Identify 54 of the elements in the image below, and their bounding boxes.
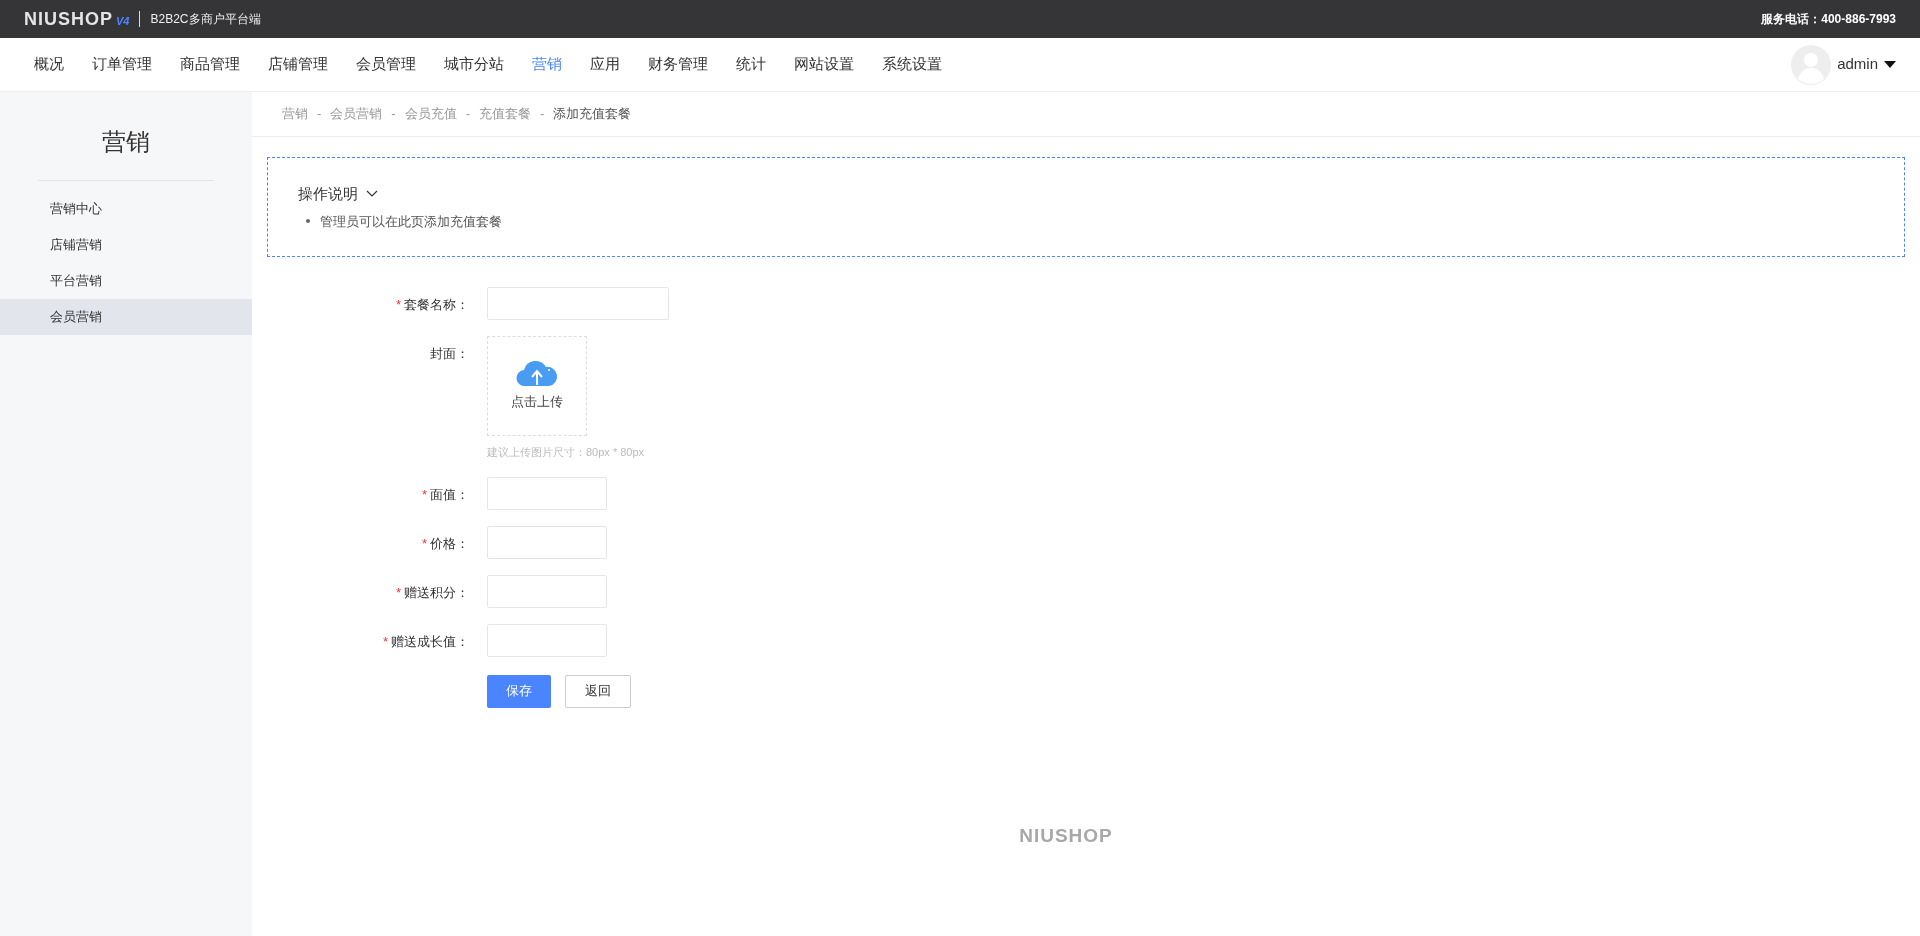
service-hotline: 服务电话：400-886-7993: [1761, 11, 1896, 28]
nav-tab[interactable]: 会员管理: [342, 53, 430, 76]
breadcrumb-separator: -: [465, 105, 471, 124]
upload-area[interactable]: 点击上传: [487, 336, 587, 436]
info-title[interactable]: 操作说明: [298, 183, 358, 206]
user-name[interactable]: admin: [1837, 53, 1878, 76]
caret-icon[interactable]: [1884, 60, 1896, 69]
nav-tab[interactable]: 网站设置: [780, 53, 868, 76]
nav-tab[interactable]: 店铺管理: [254, 53, 342, 76]
back-button[interactable]: 返回: [565, 674, 631, 708]
field-label: 面值：: [430, 485, 469, 504]
field-label: 套餐名称：: [404, 296, 469, 314]
cloud-upload-icon: [516, 360, 558, 387]
field-label: 价格：: [430, 534, 469, 553]
footer-logo: NIUSHOP: [1019, 823, 1113, 848]
field-label: 赠送积分：: [404, 583, 469, 602]
required-mark: *: [395, 583, 401, 602]
upload-hint: 建议上传图片尺寸：80px * 80px: [487, 445, 645, 460]
nav-tab[interactable]: 商品管理: [166, 53, 254, 76]
logo: NIUSHOP: [24, 7, 113, 31]
nav-tab[interactable]: 财务管理: [634, 53, 722, 76]
field-label: 封面：: [430, 345, 469, 363]
chevron-icon[interactable]: [366, 190, 378, 199]
required-mark: *: [421, 534, 427, 553]
upload-text: 点击上传: [511, 393, 563, 412]
breadcrumb-separator: -: [540, 105, 545, 124]
sidebar-item[interactable]: 营销中心: [0, 191, 252, 227]
nav-tab[interactable]: 城市分站: [430, 53, 518, 76]
info-text: 管理员可以在此页添加充值套餐: [320, 212, 502, 231]
breadcrumb-separator: -: [317, 105, 322, 124]
input-field[interactable]: [487, 574, 607, 608]
required-mark: *: [421, 485, 427, 504]
bullet-icon: [306, 219, 310, 224]
sidebar-item[interactable]: 平台营销: [0, 263, 252, 299]
breadcrumb-separator: -: [391, 105, 396, 124]
sidebar-item[interactable]: 会员营销: [0, 299, 252, 335]
nav-tab[interactable]: 统计: [722, 53, 780, 76]
sidebar-title: 营销: [101, 127, 151, 157]
nav-tab[interactable]: 营销: [518, 53, 576, 76]
input-field[interactable]: [487, 525, 607, 559]
breadcrumb-link[interactable]: 添加充值套餐: [553, 104, 632, 124]
input-field[interactable]: [487, 476, 607, 510]
input-field[interactable]: [487, 287, 669, 320]
version-label: V4: [116, 13, 130, 29]
input-field[interactable]: [487, 623, 607, 657]
nav-tab[interactable]: 系统设置: [868, 53, 956, 76]
platform-subtitle: B2B2C多商户平台端: [150, 11, 261, 28]
nav-tab[interactable]: 订单管理: [78, 53, 166, 76]
nav-tab[interactable]: 应用: [576, 53, 634, 76]
sidebar-item[interactable]: 店铺营销: [0, 227, 252, 263]
required-mark: *: [395, 296, 401, 314]
field-label: 赠送成长值：: [391, 632, 469, 651]
required-mark: *: [382, 632, 388, 651]
nav-tab[interactable]: 概况: [20, 53, 78, 76]
